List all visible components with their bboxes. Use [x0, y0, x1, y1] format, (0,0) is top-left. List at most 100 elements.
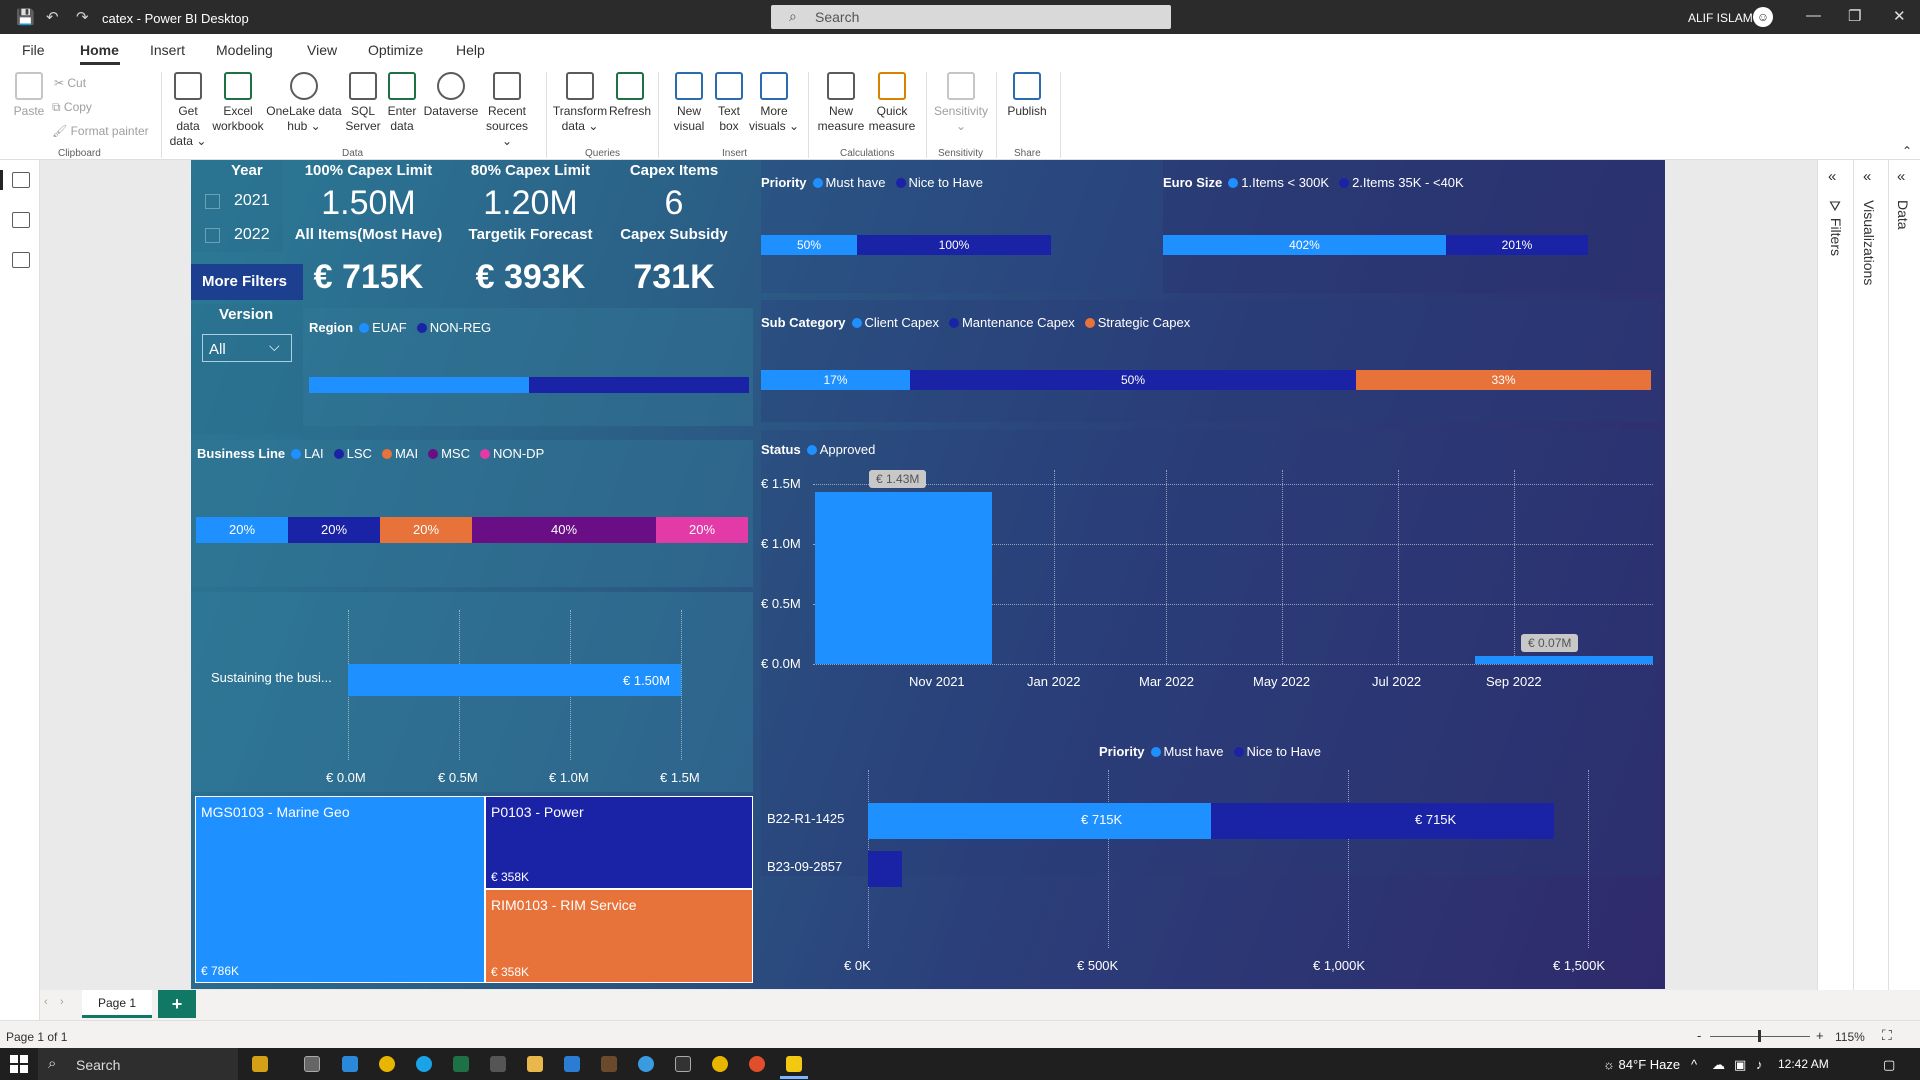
recent-sources-button[interactable]: Recent sources ⌄ [480, 72, 534, 149]
weather[interactable]: ☼ 84°F Haze [1603, 1057, 1680, 1072]
sql-server-button[interactable]: SQL Server [344, 72, 382, 134]
business-line-seg-msc[interactable]: 40% [472, 517, 656, 543]
filters-pane-tab[interactable]: ⛛ Filters [1828, 200, 1844, 256]
quick-measure-button[interactable]: Quick measure [866, 72, 918, 134]
model-view-icon[interactable] [12, 252, 30, 268]
taskbar-search[interactable]: ⌕ Search [38, 1048, 238, 1080]
briefcase-icon[interactable] [252, 1056, 268, 1072]
enter-data-button[interactable]: Enter data [384, 72, 420, 134]
notifications-icon[interactable]: ▢ [1883, 1057, 1895, 1073]
text-box-button[interactable]: Text box [712, 72, 746, 134]
minimize-icon[interactable]: — [1806, 7, 1821, 24]
chrome-icon[interactable] [379, 1056, 395, 1072]
priority-seg-nice-to-have[interactable]: 100% [857, 235, 1051, 255]
menu-insert[interactable]: Insert [150, 42, 185, 58]
windows-start-icon[interactable] [10, 1055, 28, 1073]
region-chart[interactable]: Region EUAF NON-REG [303, 308, 753, 426]
menu-home[interactable]: Home [80, 42, 119, 58]
excel-workbook-button[interactable]: Excel workbook [210, 72, 266, 134]
menu-modeling[interactable]: Modeling [216, 42, 273, 58]
volume-icon[interactable]: ♪ [1756, 1057, 1763, 1072]
menu-optimize[interactable]: Optimize [368, 42, 423, 58]
priority-bar-must-have[interactable] [868, 803, 1212, 839]
restore-icon[interactable]: ❐ [1848, 7, 1861, 25]
sub-category-seg-maintenance[interactable]: 50% [910, 370, 1356, 390]
priority-bar-nice-to-have[interactable] [868, 851, 902, 887]
store-icon[interactable] [490, 1056, 506, 1072]
copy-button[interactable]: ⧉ Copy [52, 100, 92, 115]
visualizations-pane-tab[interactable]: Visualizations [1861, 200, 1877, 285]
network-icon[interactable]: ▣ [1734, 1057, 1746, 1073]
power-bi-icon[interactable] [786, 1056, 802, 1072]
app-icon[interactable] [601, 1056, 617, 1072]
version-dropdown[interactable]: All ⌵ [202, 334, 292, 362]
onelake-data-hub-button[interactable]: OneLake data hub ⌄ [266, 72, 342, 134]
treemap-tile-marine-geo[interactable]: MGS0103 - Marine Geo € 786K [195, 796, 485, 983]
more-filters-button[interactable]: More Filters [191, 264, 303, 300]
business-line-stacked-bar[interactable]: Business Line LAI LSC MAI MSC NON-DP 20% 20% … [191, 440, 753, 587]
redo-icon[interactable]: ↷ [76, 8, 89, 26]
treemap-tile-power[interactable]: P0103 - Power € 358K [485, 796, 753, 889]
treemap-tile-rim-service[interactable]: RIM0103 - RIM Service € 358K [485, 889, 753, 983]
get-data-button[interactable]: Get data data ⌄ [168, 72, 208, 149]
zoom-level[interactable]: 115% [1835, 1030, 1865, 1044]
expand-filters-icon[interactable]: « [1828, 168, 1836, 185]
region-bar-euaf[interactable] [309, 377, 529, 393]
more-visuals-button[interactable]: More visuals ⌄ [748, 72, 800, 134]
year-2022-checkbox[interactable] [205, 228, 220, 243]
expand-visualizations-icon[interactable]: « [1863, 168, 1871, 185]
clock[interactable]: 12:42 AM [1778, 1057, 1829, 1071]
business-line-seg-lsc[interactable]: 20% [288, 517, 380, 543]
expand-data-icon[interactable]: « [1897, 168, 1905, 185]
menu-file[interactable]: File [22, 42, 45, 58]
page-tab[interactable]: Page 1 [82, 990, 152, 1018]
euro-size-seg-2[interactable]: 201% [1446, 235, 1588, 255]
avatar[interactable]: ☺ [1753, 7, 1773, 27]
next-page-icon[interactable]: › [60, 996, 64, 1008]
task-view-icon[interactable] [304, 1056, 320, 1072]
year-option-2022[interactable]: 2022 [234, 226, 270, 244]
fit-to-page-icon[interactable]: ⛶ [1882, 1027, 1892, 1044]
sub-category-seg-client[interactable]: 17% [761, 370, 910, 390]
priority-bar-chart[interactable]: Priority Must have Nice to Have B22-R1-142… [761, 744, 1661, 986]
euro-size-stacked-bar[interactable]: Euro Size 1.Items < 300K 2.Items 35K - <40… [1163, 160, 1665, 293]
status-bar-oct-2021[interactable] [815, 492, 992, 664]
region-bar-non-reg[interactable] [529, 377, 749, 393]
table-view-icon[interactable] [12, 212, 30, 228]
business-line-seg-non-dp[interactable]: 20% [656, 517, 748, 543]
new-measure-button[interactable]: New measure [814, 72, 868, 134]
mail-icon[interactable] [564, 1056, 580, 1072]
prev-page-icon[interactable]: ‹ [44, 996, 48, 1008]
format-painter-button[interactable]: 🖌 Format painter [52, 124, 149, 138]
file-explorer-icon[interactable] [527, 1056, 543, 1072]
menu-view[interactable]: View [307, 42, 337, 58]
priority-stacked-bar[interactable]: Priority Must have Nice to Have 50% 100% [761, 160, 1156, 293]
edge-icon[interactable] [416, 1056, 432, 1072]
dataverse-button[interactable]: Dataverse [422, 72, 480, 119]
file-app-icon[interactable] [342, 1056, 358, 1072]
report-view-icon[interactable] [12, 172, 30, 188]
sub-category-seg-strategic[interactable]: 33% [1356, 370, 1651, 390]
business-line-seg-lai[interactable]: 20% [196, 517, 288, 543]
zoom-out-icon[interactable]: - [1697, 1028, 1701, 1043]
close-icon[interactable]: ✕ [1893, 7, 1906, 25]
zoom-in-icon[interactable]: + [1816, 1028, 1824, 1043]
new-visual-button[interactable]: New visual [666, 72, 712, 134]
search-input[interactable]: ⌕ Search [771, 5, 1171, 29]
euro-size-seg-1[interactable]: 402% [1163, 235, 1446, 255]
transform-data-button[interactable]: Transform data ⌄ [552, 72, 608, 134]
chrome-icon[interactable] [749, 1056, 765, 1072]
collapse-ribbon-icon[interactable]: ⌃ [1902, 144, 1912, 158]
menu-help[interactable]: Help [456, 42, 485, 58]
priority-seg-must-have[interactable]: 50% [761, 235, 857, 255]
cut-button[interactable]: ✂ Cut [54, 76, 86, 90]
sub-category-stacked-bar[interactable]: Sub Category Client Capex Mantenance Capex… [761, 300, 1661, 422]
status-bar-sep-2022[interactable] [1475, 655, 1653, 664]
year-option-2021[interactable]: 2021 [234, 192, 270, 210]
sustaining-bar-chart[interactable]: Sustaining the busi... € 1.50M € 0.0M € … [191, 592, 753, 792]
publish-button[interactable]: Publish [1002, 72, 1052, 119]
chevron-up-icon[interactable]: ^ [1691, 1057, 1697, 1072]
save-icon[interactable]: 💾 [16, 8, 35, 26]
app-icon[interactable] [638, 1056, 654, 1072]
onedrive-icon[interactable]: ☁ [1712, 1057, 1725, 1073]
